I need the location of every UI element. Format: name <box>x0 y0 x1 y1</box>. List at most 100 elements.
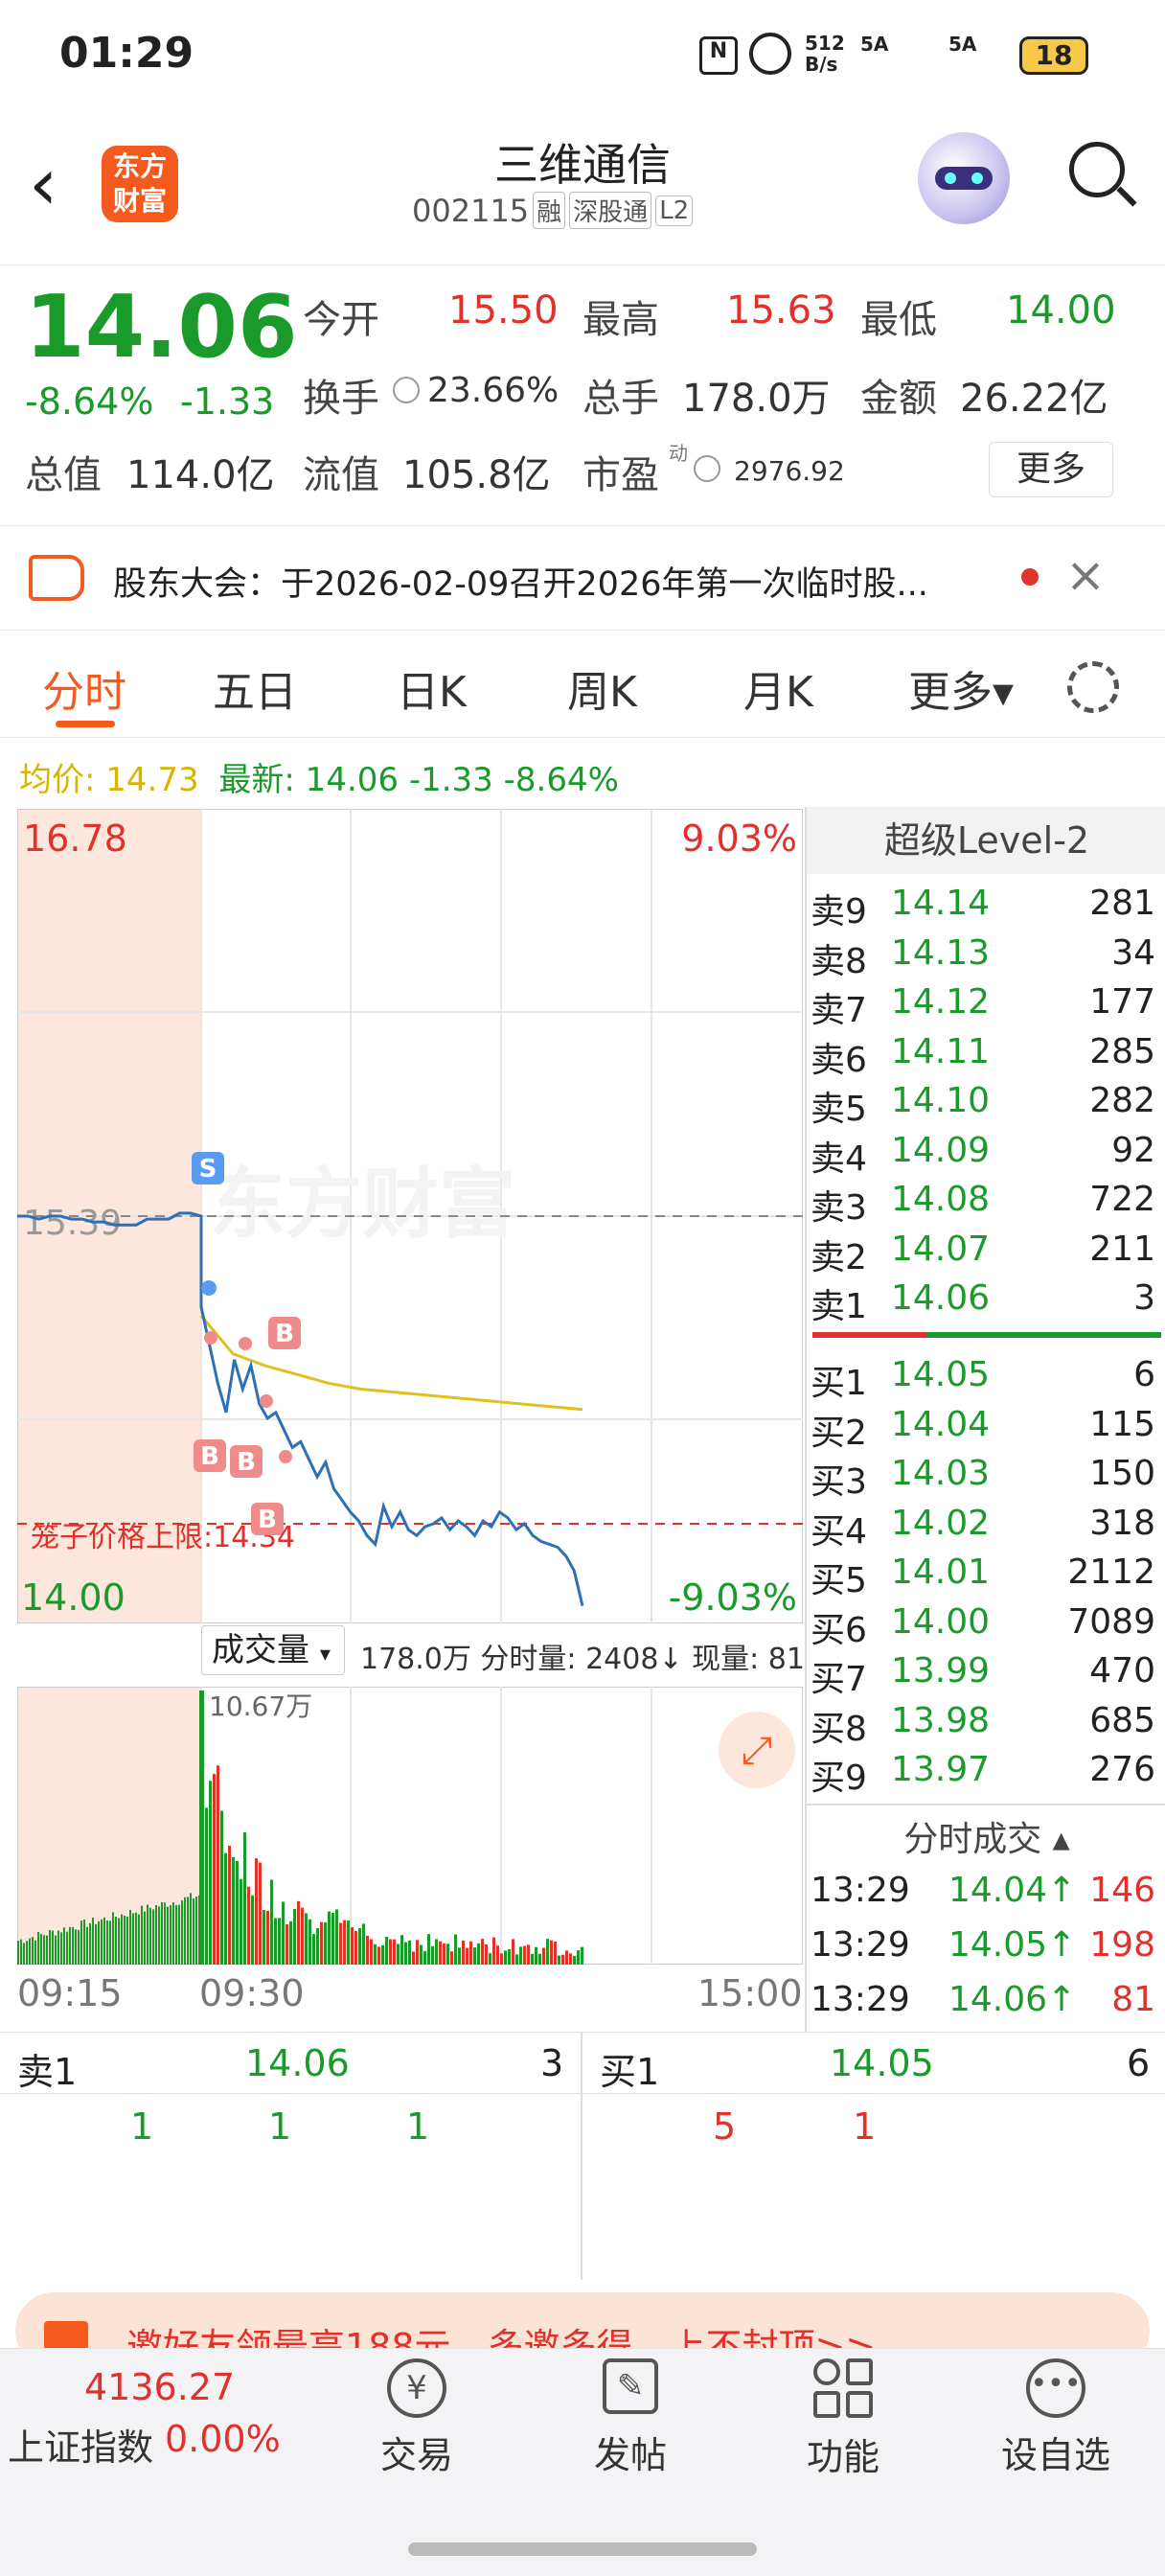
trades-title[interactable]: 分时成交 ▴ <box>807 1811 1165 1861</box>
volume-bar <box>103 1917 105 1965</box>
tab-monthly-k[interactable]: 月K <box>743 657 813 719</box>
volume-bar <box>446 1944 449 1965</box>
gear-icon[interactable] <box>1067 661 1119 713</box>
stock-code: 002115 <box>412 192 530 229</box>
change-pct: -8.64% <box>25 380 154 423</box>
tab-weekly-k[interactable]: 周K <box>567 657 637 719</box>
chart-tabs: 分时 五日 日K 周K 月K 更多▾ <box>0 632 1165 738</box>
level2-title[interactable]: 超级Level-2 <box>807 807 1165 874</box>
intraday-chart[interactable]: 东方财富 16.78 15.39 笼子价格上限:14.34 14.00 9.03… <box>17 809 803 1623</box>
ask-row[interactable]: 卖1 14.06 3 <box>807 1273 1161 1326</box>
bid-row[interactable]: 买5 14.01 2112 <box>807 1547 1161 1600</box>
index-name[interactable]: 上证指数 <box>8 2418 153 2471</box>
nav-post[interactable]: ✎ 发帖 <box>554 2358 707 2478</box>
ask-price: 14.07 <box>891 1229 991 1269</box>
tab-intraday[interactable]: 分时 <box>42 657 126 719</box>
volume-bar <box>155 1904 157 1965</box>
close-icon[interactable]: × <box>1065 547 1106 603</box>
ask-price: 14.10 <box>891 1081 991 1120</box>
volume-bar <box>439 1941 442 1965</box>
ask-vol: 177 <box>1089 982 1155 1022</box>
ask-row[interactable]: 卖2 14.07 211 <box>807 1224 1161 1277</box>
volume-bar <box>324 1921 327 1965</box>
volume-bar <box>89 1922 91 1965</box>
ask-row[interactable]: 卖4 14.09 92 <box>807 1125 1161 1179</box>
volume-bar <box>106 1920 108 1965</box>
trade-price: 14.04↑ <box>948 1871 1077 1910</box>
volume-bar <box>209 1781 212 1965</box>
volume-bar <box>274 1918 277 1965</box>
volume-bar <box>167 1906 169 1965</box>
ask-vol: 281 <box>1089 884 1155 923</box>
tab-five-day[interactable]: 五日 <box>213 657 297 719</box>
notice-text: 股东大会：于2026-02-09召开2026年第一次临时股... <box>113 565 928 604</box>
trade-vol: 146 <box>1089 1871 1155 1910</box>
trade-price: 14.06↑ <box>948 1980 1077 2019</box>
high-label: 最高 <box>582 298 659 342</box>
robot-avatar-icon[interactable] <box>918 132 1010 224</box>
ask-label: 卖4 <box>811 1138 867 1179</box>
ask-row[interactable]: 卖3 14.08 722 <box>807 1174 1161 1228</box>
volume-bar <box>416 1940 419 1965</box>
bid-label: 买9 <box>811 1759 867 1798</box>
volume-chart[interactable]: 10.67万 ⤢ <box>17 1687 803 1965</box>
ask-row[interactable]: 卖7 14.12 177 <box>807 977 1161 1030</box>
ask-price: 14.12 <box>891 982 991 1022</box>
turnover-value: 23.66% <box>427 371 560 410</box>
ask-row[interactable]: 卖9 14.14 281 <box>807 878 1161 932</box>
ask-row[interactable]: 卖6 14.11 285 <box>807 1026 1161 1080</box>
bid-row[interactable]: 买4 14.02 318 <box>807 1498 1161 1552</box>
bid-row[interactable]: 买8 13.98 685 <box>807 1695 1161 1749</box>
volume-bar <box>255 1858 258 1965</box>
ask-label: 卖3 <box>811 1188 867 1228</box>
bid-vol: 115 <box>1089 1404 1155 1444</box>
info-icon[interactable] <box>393 377 420 403</box>
volume-bar <box>126 1916 128 1965</box>
volume-bar <box>270 1879 273 1965</box>
volume-bar <box>37 1931 39 1965</box>
home-indicator[interactable] <box>408 2542 757 2556</box>
nav-trade[interactable]: ¥ 交易 <box>340 2358 493 2478</box>
volume-bar <box>152 1909 154 1965</box>
ask-row[interactable]: 卖5 14.10 282 <box>807 1075 1161 1129</box>
trade-row[interactable]: 13:29 14.04↑ 146 <box>807 1865 1161 1915</box>
ask-order-2: 1 <box>268 2105 292 2148</box>
trade-icon: ¥ <box>387 2358 446 2418</box>
ask-row[interactable]: 卖8 14.13 34 <box>807 928 1161 981</box>
info-icon-2[interactable] <box>694 455 720 482</box>
nav-functions[interactable]: 功能 <box>766 2358 920 2480</box>
low-value: 14.00 <box>1006 288 1116 333</box>
bid-row[interactable]: 买9 13.97 276 <box>807 1744 1161 1798</box>
volume-bar <box>531 1953 534 1965</box>
bid-row[interactable]: 买7 13.99 470 <box>807 1645 1161 1699</box>
volume-bar <box>492 1937 495 1965</box>
nav-watchlist[interactable]: ••• 设自选 <box>979 2358 1132 2478</box>
trade-row[interactable]: 13:29 14.06↑ 81 <box>807 1974 1161 2024</box>
volume-bar <box>195 1897 197 1965</box>
tab-more[interactable]: 更多▾ <box>908 657 1014 719</box>
expand-icon[interactable]: ⤢ <box>742 1729 772 1773</box>
bid-row[interactable]: 买6 14.00 7089 <box>807 1597 1161 1650</box>
avg-price-label: 均价: 14.73 <box>19 761 199 799</box>
volume-bar <box>57 1930 59 1965</box>
bid-row[interactable]: 买2 14.04 115 <box>807 1399 1161 1453</box>
volume-bar <box>220 1810 223 1965</box>
bid-row[interactable]: 买3 14.03 150 <box>807 1448 1161 1502</box>
volume-bar <box>393 1939 396 1965</box>
pe-label: 市盈 <box>582 453 659 497</box>
order-queue: 卖1 14.06 3 买1 14.05 6 1 1 1 5 1 <box>0 2032 1165 2281</box>
trade-row[interactable]: 13:29 14.05↑ 198 <box>807 1920 1161 1969</box>
ask-price: 14.06 <box>891 1278 991 1318</box>
volume-bar <box>190 1893 192 1965</box>
index-value[interactable]: 4136.27 <box>84 2366 235 2408</box>
volume-selector[interactable]: 成交量 ▾ <box>201 1625 345 1675</box>
volume-bar <box>458 1947 461 1965</box>
volume-bar <box>282 1901 285 1965</box>
notice-bar[interactable]: 股东大会：于2026-02-09召开2026年第一次临时股... × <box>0 525 1165 631</box>
volume-bar <box>46 1935 48 1965</box>
tab-daily-k[interactable]: 日K <box>397 657 467 719</box>
more-button[interactable]: 更多 <box>989 442 1113 497</box>
bid-row[interactable]: 买1 14.05 6 <box>807 1349 1161 1403</box>
volume-bar <box>72 1926 74 1965</box>
chart-legend: 均价: 14.73 最新: 14.06 -1.33 -8.64% <box>19 753 619 800</box>
